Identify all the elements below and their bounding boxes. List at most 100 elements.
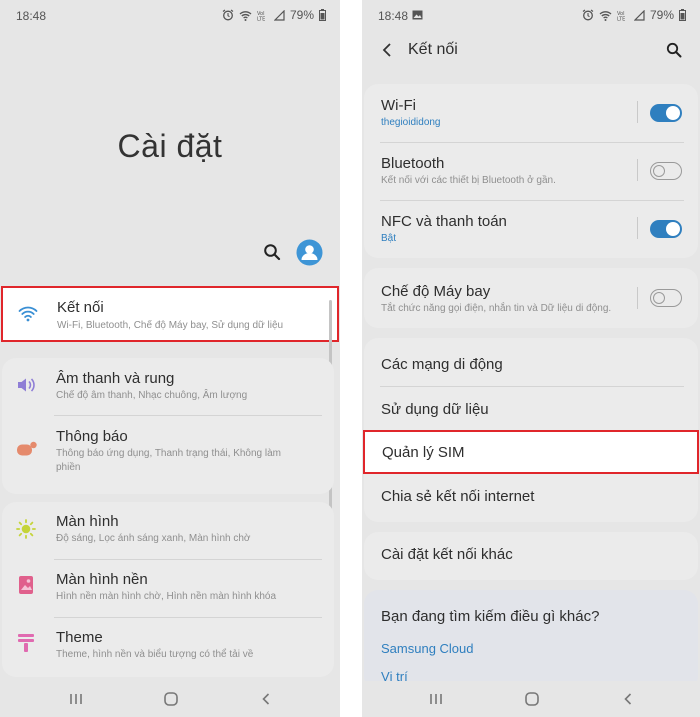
wifi-signal-icon [599,10,612,21]
wifi-item[interactable]: Wi-Fi thegioididong [364,84,698,142]
notification-icon [17,441,37,456]
bluetooth-toggle[interactable] [650,162,682,180]
item-title: Thông báo [56,428,128,445]
internet-sharing-item[interactable]: Chia sẻ kết nối internet [364,476,698,522]
theme-icon [18,634,34,652]
item-subtitle: Độ sáng, Lọc ánh sáng xanh, Màn hình chờ [56,533,251,544]
more-connection-settings-item[interactable]: Cài đặt kết nối khác [364,532,698,580]
battery-icon [679,9,686,21]
wallpaper-item[interactable]: Màn hình nền Hình nền màn hình chờ, Hình… [2,560,334,618]
item-subtitle: Chế độ âm thanh, Nhạc chuông, Âm lượng [56,390,248,401]
separator [637,217,638,239]
status-time: 18:48 [378,9,409,23]
app-bar: Kết nối [362,34,700,66]
back-icon [624,693,632,705]
item-subtitle: Kết nối với các thiết bị Bluetooth ở gần… [381,175,556,186]
search-icon[interactable] [263,243,281,261]
airplane-mode-item[interactable]: Chế độ Máy bay Tắt chức năng gọi điện, n… [364,268,698,328]
nfc-item[interactable]: NFC và thanh toán Bật [364,200,698,258]
item-subtitle: Hình nền màn hình chờ, Hình nền màn hình… [56,591,277,602]
home-button[interactable] [522,689,542,709]
notifications-item[interactable]: Thông báo Thông báo ứng dụng, Thanh trạn… [2,416,334,494]
back-button[interactable] [618,689,638,709]
theme-item[interactable]: Theme Theme, hình nền và biểu tượng có t… [2,618,334,676]
connections-screen: 18:48 Vol LTE 79% Kết nối Wi-Fi thegioidi… [362,0,700,717]
cellular-signal-icon [273,9,285,21]
alarm-icon [582,9,594,21]
brightness-icon [16,519,36,539]
display-item[interactable]: Màn hình Độ sáng, Lọc ánh sáng xanh, Màn… [2,502,334,560]
suggestion-question: Bạn đang tìm kiếm điều gì khác? [381,608,600,625]
separator [637,101,638,123]
item-subtitle: Tắt chức năng gọi điện, nhắn tin và Dữ l… [381,303,612,314]
wallpaper-icon [19,576,33,594]
item-subtitle: Bật [381,233,397,244]
separator [637,287,638,309]
wifi-toggle[interactable] [650,104,682,122]
item-title: Chia sẻ kết nối internet [381,488,535,505]
volte-icon: VolLTE [257,11,265,21]
item-subtitle: Wi-Fi, Bluetooth, Chế độ Máy bay, Sử dụn… [57,320,284,331]
item-title: Sử dụng dữ liệu [381,401,489,418]
back-icon [262,693,270,705]
back-button[interactable] [256,689,276,709]
volte-icon: VolLTE [617,11,625,21]
svg-text:LTE: LTE [617,16,625,21]
alarm-icon [222,9,234,21]
item-title: Bluetooth [381,155,445,172]
item-title: Chế độ Máy bay [381,283,491,300]
suggestion-card: Bạn đang tìm kiếm điều gì khác? Samsung … [364,590,698,690]
airplane-mode-toggle[interactable] [650,289,682,307]
item-title: Các mạng di động [381,356,503,373]
separator [637,159,638,181]
item-title: Kết nối [57,299,104,316]
cellular-signal-icon [633,9,645,21]
status-bar: 18:48 Vol LTE 79% [362,0,700,32]
item-title: Theme [56,629,103,646]
volume-icon [18,378,35,392]
battery-percent: 79% [289,8,314,22]
item-title: Wi-Fi [381,97,416,114]
home-icon [164,692,178,706]
navigation-bar [0,681,340,717]
header-title: Kết nối [408,41,458,58]
item-title: NFC và thanh toán [381,213,507,230]
image-notification-icon [412,10,423,20]
recent-apps-icon [430,694,442,704]
bluetooth-item[interactable]: Bluetooth Kết nối với các thiết bị Bluet… [364,142,698,200]
more-settings-card: Cài đặt kết nối khác [364,532,698,580]
item-subtitle: thegioididong [381,117,441,128]
connections-card: Wi-Fi thegioididong Bluetooth Kết nối vớ… [364,84,698,258]
status-time: 18:48 [16,9,47,23]
search-icon[interactable] [666,42,682,58]
settings-screen: 18:48 Vol LTE 79% Cài đặt Kết nối Wi-Fi, … [0,0,340,717]
battery-percent: 79% [649,8,674,22]
settings-card: Màn hình Độ sáng, Lọc ánh sáng xanh, Màn… [2,502,334,677]
nfc-toggle[interactable] [650,220,682,238]
samsung-cloud-link[interactable]: Samsung Cloud [381,641,474,656]
sim-manager-item[interactable]: Quản lý SIM [363,430,699,474]
item-title: Màn hình [56,513,119,530]
airplane-card: Chế độ Máy bay Tắt chức năng gọi điện, n… [364,268,698,328]
page-title: Cài đặt [117,128,223,164]
recent-apps-icon [70,694,82,704]
battery-icon [319,9,326,21]
home-button[interactable] [161,689,181,709]
item-title: Quản lý SIM [382,444,465,461]
settings-card: Âm thanh và rung Chế độ âm thanh, Nhạc c… [2,358,334,494]
item-title: Cài đặt kết nối khác [381,546,513,563]
wifi-signal-icon [239,10,252,21]
navigation-bar [362,681,700,717]
item-subtitle: Theme, hình nền và biểu tượng có thể tải… [56,649,254,660]
svg-text:LTE: LTE [257,16,265,21]
item-title: Âm thanh và rung [56,370,175,387]
recent-apps-button[interactable] [426,689,446,709]
profile-avatar-icon[interactable] [296,239,323,266]
back-arrow-icon[interactable] [381,42,393,58]
mobile-networks-item[interactable]: Các mạng di động [364,338,698,386]
sound-item[interactable]: Âm thanh và rung Chế độ âm thanh, Nhạc c… [2,358,334,416]
wifi-icon [18,306,38,322]
recent-apps-button[interactable] [66,689,86,709]
connections-item[interactable]: Kết nối Wi-Fi, Bluetooth, Chế độ Máy bay… [1,286,339,342]
data-usage-item[interactable]: Sử dụng dữ liệu [364,386,698,430]
